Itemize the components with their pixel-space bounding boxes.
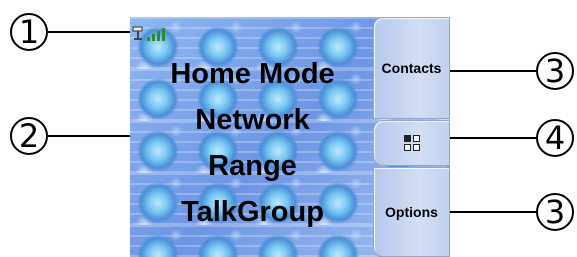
callout-3-bottom-leader <box>450 211 536 213</box>
softkey-panel: Contacts Options <box>373 17 450 257</box>
options-softkey-label: Options <box>385 204 438 220</box>
options-softkey[interactable]: Options <box>373 167 450 257</box>
menu-softkey[interactable] <box>373 120 450 166</box>
mode-line-talkgroup: TalkGroup <box>181 196 324 228</box>
menu-grid-icon <box>403 135 420 151</box>
mode-info: Home Mode Network Range TalkGroup <box>130 51 375 235</box>
callout-3-top: 3 <box>536 52 574 90</box>
contacts-softkey[interactable]: Contacts <box>373 17 450 119</box>
mode-line-network: Network <box>195 104 310 136</box>
callout-1-leader <box>48 31 133 33</box>
callout-3-top-leader <box>450 70 536 72</box>
callout-4: 4 <box>536 119 574 157</box>
callout-2: 2 <box>10 117 48 155</box>
mode-line-range: Range <box>208 150 297 182</box>
signal-bars-icon <box>147 27 165 41</box>
callout-3-bottom: 3 <box>536 193 574 231</box>
callout-2-leader <box>48 135 130 137</box>
contacts-softkey-label: Contacts <box>381 60 442 76</box>
callout-1: 1 <box>10 13 48 51</box>
status-bar <box>132 19 165 41</box>
callout-4-leader <box>450 137 536 139</box>
mode-line-home-mode: Home Mode <box>170 58 335 90</box>
antenna-icon <box>132 26 143 40</box>
